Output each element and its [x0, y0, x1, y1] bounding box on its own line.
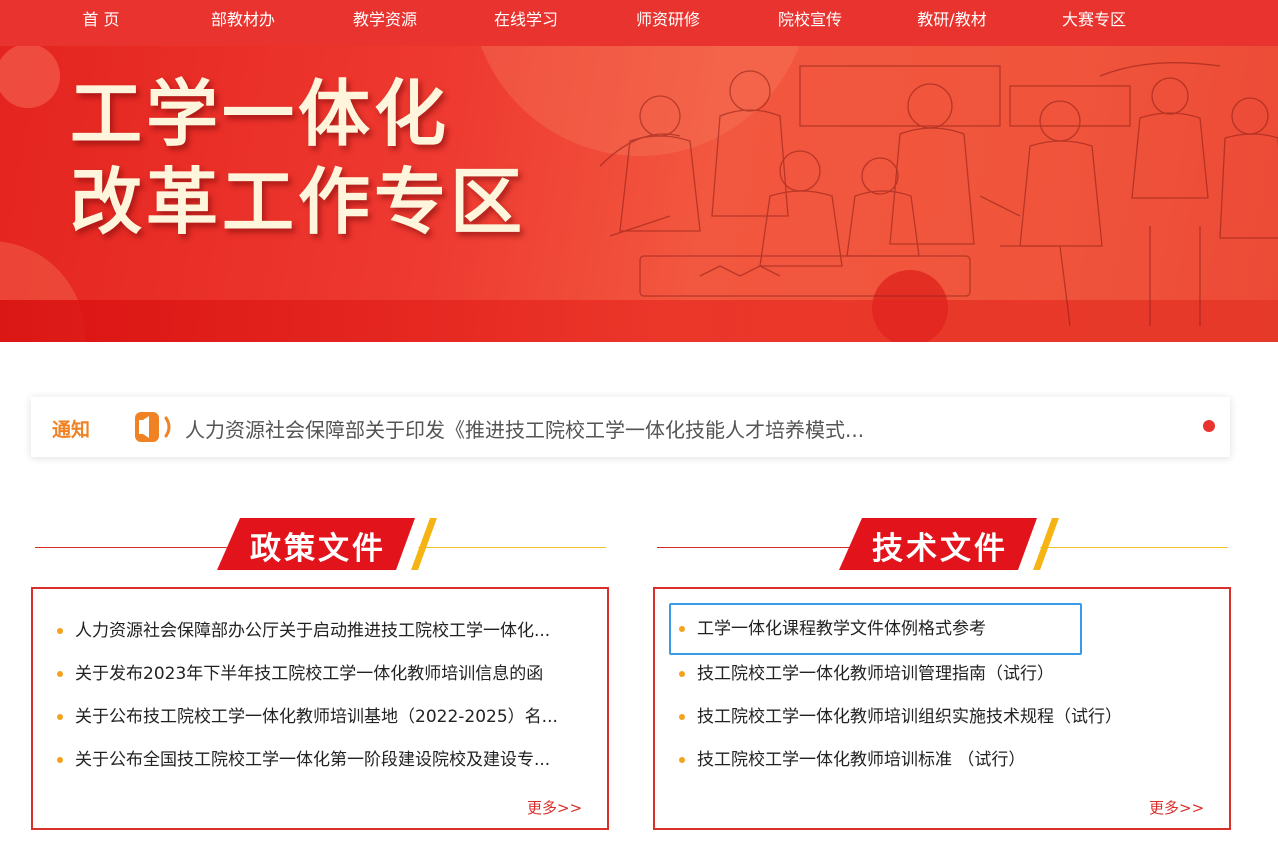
bullet-dot-icon: [57, 671, 63, 677]
policy-more-link[interactable]: 更多>>: [527, 797, 582, 818]
list-item[interactable]: 人力资源社会保障部办公厅关于启动推进技工院校工学一体化...: [57, 616, 587, 646]
tech-section-header: 技术文件: [657, 515, 1228, 575]
bullet-dot-icon: [679, 714, 685, 720]
list-item-text: 技工院校工学一体化教师培训标准 （试行）: [697, 750, 1026, 770]
tech-more-link[interactable]: 更多>>: [1149, 797, 1204, 818]
list-item-text: 工学一体化课程教学文件体例格式参考: [697, 619, 986, 639]
list-item[interactable]: 技工院校工学一体化教师培训组织实施技术规程（试行）: [679, 702, 1209, 732]
policy-section-header: 政策文件: [35, 515, 606, 575]
nav-item-school-promotion[interactable]: 院校宣传: [778, 0, 842, 40]
banner-title-line1: 工学一体化: [70, 72, 451, 156]
nav-item-teaching-resources[interactable]: 教学资源: [353, 0, 417, 40]
bullet-dot-icon: [57, 628, 63, 634]
bullet-dot-icon: [679, 626, 685, 632]
list-item[interactable]: 技工院校工学一体化教师培训标准 （试行）: [679, 745, 1209, 775]
speaker-icon: [133, 409, 179, 449]
policy-list-panel: 人力资源社会保障部办公厅关于启动推进技工院校工学一体化... 关于发布2023年…: [31, 587, 609, 830]
hero-banner: 工学一体化 改革工作专区: [0, 46, 1278, 342]
list-item-text: 技工院校工学一体化教师培训管理指南（试行）: [697, 664, 1054, 684]
nav-item-online-learning[interactable]: 在线学习: [494, 0, 558, 40]
list-item-text: 关于公布全国技工院校工学一体化第一阶段建设院校及建设专...: [75, 750, 551, 770]
list-item[interactable]: 关于公布技工院校工学一体化教师培训基地（2022-2025）名...: [57, 702, 587, 732]
list-item-text: 关于发布2023年下半年技工院校工学一体化教师培训信息的函: [75, 664, 544, 684]
bullet-dot-icon: [679, 757, 685, 763]
notice-indicator-dot[interactable]: [1203, 420, 1215, 432]
nav-item-research-materials[interactable]: 教研/教材: [917, 0, 986, 40]
policy-section-title: 政策文件: [250, 531, 386, 567]
notice-bar: 通知 人力资源社会保障部关于印发《推进技工院校工学一体化技能人才培养模式...: [31, 397, 1230, 457]
bullet-dot-icon: [57, 714, 63, 720]
nav-item-teacher-training[interactable]: 师资研修: [636, 0, 700, 40]
banner-title-line2: 改革工作专区: [70, 160, 527, 244]
notice-label: 通知: [52, 419, 91, 441]
list-item-text: 关于公布技工院校工学一体化教师培训基地（2022-2025）名...: [75, 707, 558, 727]
top-nav: 首 页 部教材办 教学资源 在线学习 师资研修 院校宣传 教研/教材 大赛专区: [0, 0, 1278, 46]
list-item[interactable]: 工学一体化课程教学文件体例格式参考: [679, 614, 1209, 644]
bullet-dot-icon: [679, 671, 685, 677]
list-item-text: 技工院校工学一体化教师培训组织实施技术规程（试行）: [697, 707, 1122, 727]
nav-item-home[interactable]: 首 页: [82, 0, 119, 40]
nav-item-competition[interactable]: 大赛专区: [1062, 0, 1126, 40]
tech-section-title: 技术文件: [872, 531, 1008, 567]
bullet-dot-icon: [57, 757, 63, 763]
list-item[interactable]: 关于公布全国技工院校工学一体化第一阶段建设院校及建设专...: [57, 745, 587, 775]
notice-headline-link[interactable]: 人力资源社会保障部关于印发《推进技工院校工学一体化技能人才培养模式...: [185, 414, 864, 443]
nav-item-textbook-office[interactable]: 部教材办: [211, 0, 275, 40]
list-item-text: 人力资源社会保障部办公厅关于启动推进技工院校工学一体化...: [75, 621, 551, 641]
list-item[interactable]: 关于发布2023年下半年技工院校工学一体化教师培训信息的函: [57, 659, 587, 689]
tech-list-panel: 工学一体化课程教学文件体例格式参考 技工院校工学一体化教师培训管理指南（试行） …: [653, 587, 1231, 830]
list-item[interactable]: 技工院校工学一体化教师培训管理指南（试行）: [679, 659, 1209, 689]
